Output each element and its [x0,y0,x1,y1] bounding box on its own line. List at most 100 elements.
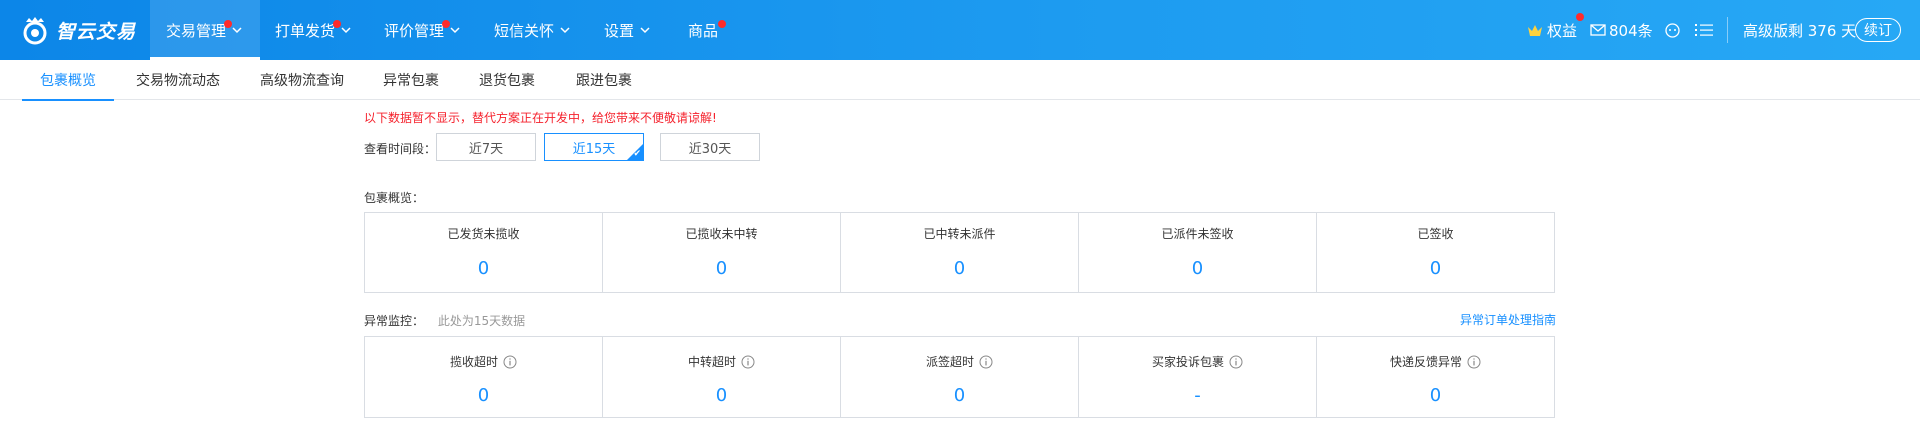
card-title: 已中转未派件 [923,227,996,241]
top-navigation-bar: 智云交易 交易管理 打单发货 评价管理 短信关怀 设置 商品 权益 804条 高… [0,0,1920,60]
monitor-card[interactable]: 派签超时 0 [841,337,1079,417]
nav-products[interactable]: 商品 [688,0,726,60]
card-title-row: 揽收超时 [365,353,602,370]
overview-grid: 已发货未揽收 0 已揽收未中转 0 已中转未派件 0 已派件未签收 0 已签收 … [364,212,1555,293]
nav-label: 设置 [604,21,635,40]
notification-dot [224,20,232,28]
nav-label: 交易管理 [166,21,227,40]
notification-dot [333,20,341,28]
message-count: 804条 [1609,21,1653,40]
card-value[interactable]: 0 [603,258,840,279]
card-value[interactable]: 0 [1317,385,1554,406]
sub-tab-bar: 包裹概览 交易物流动态 高级物流查询 异常包裹 退货包裹 跟进包裹 [0,60,1920,101]
period-30-days-button[interactable]: 近30天 [660,133,760,161]
nav-label: 商品 [688,21,719,40]
card-title: 买家投诉包裹 [1151,355,1224,369]
notification-dot [718,20,726,28]
tab-returned-packages[interactable]: 退货包裹 [479,60,535,100]
tab-abnormal-packages[interactable]: 异常包裹 [383,60,439,100]
checkmark-icon: ✔ [633,149,641,159]
card-value[interactable]: 0 [841,258,1078,279]
exception-guide-link[interactable]: 异常订单处理指南 [1460,311,1556,328]
card-title: 揽收超时 [449,355,498,369]
rights-label: 权益 [1547,21,1578,40]
tab-advanced-logistics-query[interactable]: 高级物流查询 [260,60,344,100]
monitor-note: 此处为15天数据 [437,314,526,328]
chevron-down-icon [560,27,570,34]
info-icon[interactable] [1229,355,1243,369]
menu-button[interactable] [1695,0,1713,60]
card-value[interactable]: 0 [841,385,1078,406]
notification-dot [1576,13,1584,21]
mail-icon [1590,24,1606,36]
monitor-header: 异常监控： 此处为15天数据 [364,312,525,329]
period-15-days-button[interactable]: 近15天 ✔ [544,133,644,161]
plan-status: 高级版剩 376 天 [1743,0,1856,60]
card-value[interactable]: 0 [365,258,602,279]
card-title: 已签收 [1417,227,1454,241]
card-value[interactable]: 0 [603,385,840,406]
card-title: 中转超时 [687,355,736,369]
overview-card[interactable]: 已派件未签收 0 [1079,213,1317,292]
card-title: 已发货未揽收 [447,227,520,241]
tab-package-overview[interactable]: 包裹概览 [22,60,114,101]
info-icon[interactable] [979,355,993,369]
nav-label: 评价管理 [384,21,445,40]
nav-trade-management[interactable]: 交易管理 [150,0,260,60]
monitor-card[interactable]: 买家投诉包裹 - [1079,337,1317,417]
messages-link[interactable]: 804条 [1590,0,1653,60]
notice-message: 以下数据暂不显示，替代方案正在开发中，给您带来不便敬请谅解! [364,111,717,125]
overview-title: 包裹概览： [364,191,425,205]
list-icon [1695,24,1713,36]
overview-card[interactable]: 已揽收未中转 0 [603,213,841,292]
monitor-card[interactable]: 中转超时 0 [603,337,841,417]
chevron-down-icon [232,27,242,34]
customer-service-icon [1665,22,1680,38]
app-logo[interactable]: 智云交易 [20,12,136,48]
info-icon[interactable] [503,355,517,369]
info-icon[interactable] [1467,355,1481,369]
nav-print-ship[interactable]: 打单发货 [275,0,353,60]
divider [1727,17,1728,43]
monitor-title: 异常监控： [364,314,425,328]
notification-dot [442,20,450,28]
card-value[interactable]: 0 [1317,258,1554,279]
chevron-down-icon [341,27,351,34]
plan-text: 高级版剩 376 天 [1743,21,1857,40]
chevron-down-icon [450,27,460,34]
card-title: 快递反馈异常 [1389,355,1462,369]
card-title: 派签超时 [925,355,974,369]
overview-card[interactable]: 已签收 0 [1317,213,1554,292]
crown-icon [1528,25,1542,36]
card-title-row: 派签超时 [841,353,1078,370]
period-option-label: 近15天 [572,141,616,157]
card-value[interactable]: - [1079,385,1316,406]
card-value[interactable]: 0 [1079,258,1316,279]
nav-sms-care[interactable]: 短信关怀 [494,0,572,60]
overview-card[interactable]: 已发货未揽收 0 [365,213,603,292]
nav-label: 打单发货 [275,21,336,40]
card-value[interactable]: 0 [365,385,602,406]
monitor-card[interactable]: 揽收超时 0 [365,337,603,417]
logo-icon [23,17,47,45]
logo-text: 智云交易 [56,20,137,43]
nav-review-management[interactable]: 评价管理 [384,0,462,60]
card-title: 已揽收未中转 [685,227,758,241]
chevron-down-icon [640,27,650,34]
service-button[interactable] [1664,0,1681,60]
overview-card[interactable]: 已中转未派件 0 [841,213,1079,292]
card-title: 已派件未签收 [1161,227,1234,241]
tab-follow-up-packages[interactable]: 跟进包裹 [576,60,632,100]
rights-link[interactable]: 权益 [1527,0,1584,60]
nav-label: 短信关怀 [494,21,555,40]
card-title-row: 中转超时 [603,353,840,370]
renew-button[interactable]: 续订 [1855,18,1901,42]
tab-logistics-dynamics[interactable]: 交易物流动态 [136,60,220,100]
monitor-card[interactable]: 快递反馈异常 0 [1317,337,1554,417]
period-label: 查看时间段： [364,142,437,156]
period-7-days-button[interactable]: 近7天 [436,133,536,161]
info-icon[interactable] [741,355,755,369]
card-title-row: 买家投诉包裹 [1079,353,1316,370]
card-title-row: 快递反馈异常 [1317,353,1554,370]
nav-settings[interactable]: 设置 [604,0,652,60]
